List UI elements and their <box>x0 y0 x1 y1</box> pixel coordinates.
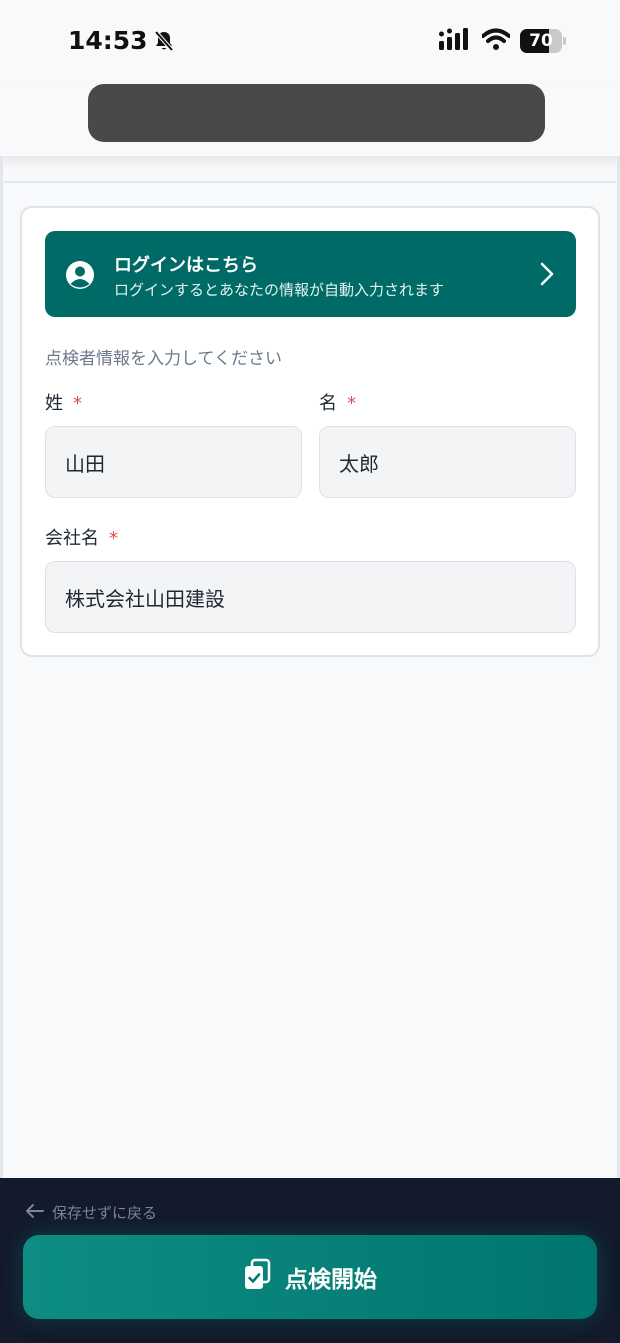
required-mark: * <box>347 393 356 414</box>
status-bar: 14:53 70 <box>0 0 620 84</box>
signal-icon <box>439 28 472 54</box>
battery-percent: 70 <box>529 31 553 51</box>
bottom-action-panel: 保存せずに戻る 点検開始 <box>0 1178 620 1343</box>
login-subtitle: ログインするとあなたの情報が自動入力されます <box>114 281 445 299</box>
login-button[interactable]: ログインはこちら ログインするとあなたの情報が自動入力されます <box>45 231 576 317</box>
company-input[interactable]: 株式会社山田建設 <box>45 561 576 633</box>
start-inspection-button[interactable]: 点検開始 <box>23 1235 597 1319</box>
chevron-right-icon <box>540 262 554 290</box>
redacted-header-bar <box>88 84 545 142</box>
user-circle-icon <box>65 260 95 294</box>
bell-muted-icon <box>154 30 174 52</box>
header <box>0 84 620 156</box>
company-label: 会社名 * <box>45 528 118 549</box>
first-name-input[interactable]: 太郎 <box>319 426 576 498</box>
form-hint: 点検者情報を入力してください <box>45 349 282 369</box>
required-mark: * <box>73 393 82 414</box>
back-without-saving-link[interactable]: 保存せずに戻る <box>24 1202 157 1223</box>
wifi-icon <box>481 28 511 54</box>
login-title: ログインはこちら <box>114 255 258 276</box>
inspector-info-card: ログインはこちら ログインするとあなたの情報が自動入力されます 点検者情報を入力… <box>20 206 600 657</box>
last-name-input[interactable]: 山田 <box>45 426 302 498</box>
arrow-left-icon <box>24 1203 44 1223</box>
first-name-label: 名 * <box>319 393 356 414</box>
required-mark: * <box>109 528 118 549</box>
clipboard-check-icon <box>243 1258 271 1296</box>
last-name-label: 姓 * <box>45 393 82 414</box>
divider <box>0 181 620 183</box>
status-time: 14:53 <box>68 26 148 55</box>
battery-indicator: 70 <box>520 29 566 53</box>
